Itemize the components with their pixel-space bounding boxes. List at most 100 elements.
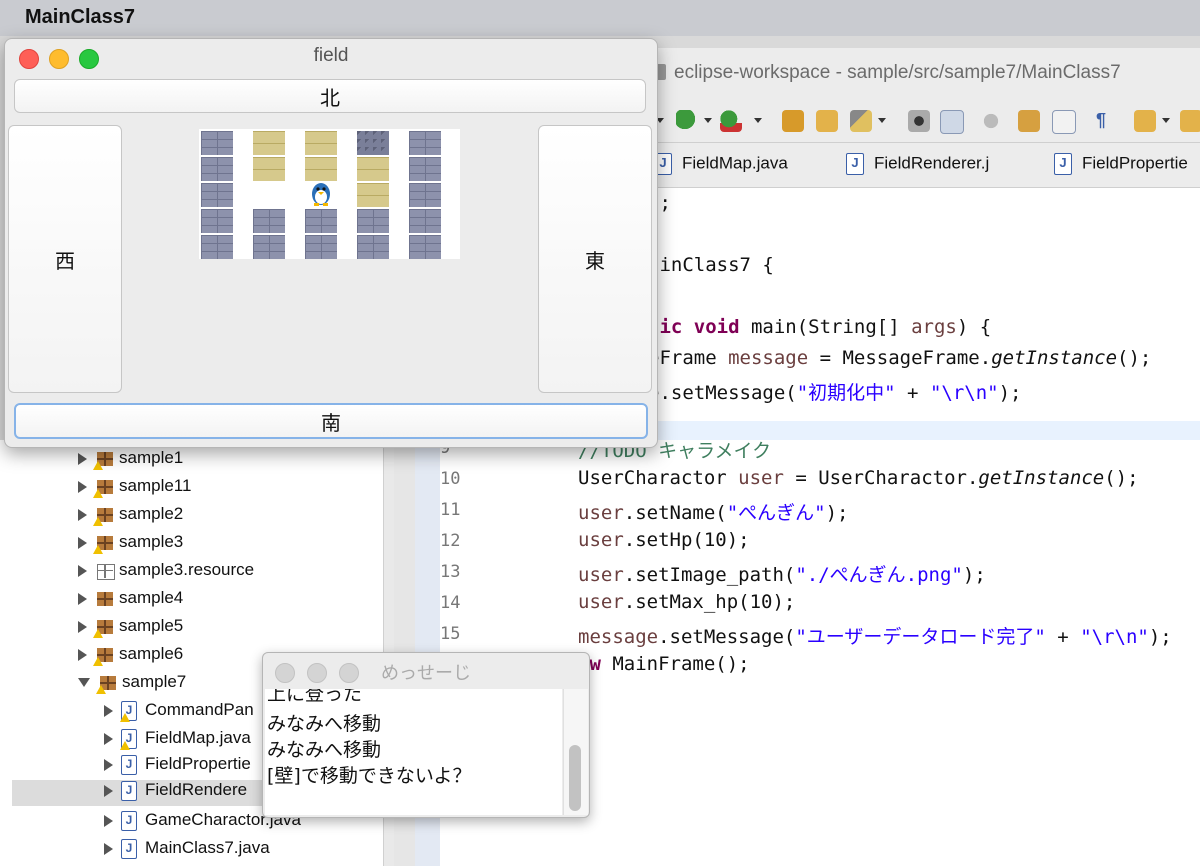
- chevron-right-icon[interactable]: [104, 732, 113, 745]
- code-line: user.setMax_hp(10);: [578, 591, 796, 613]
- chevron-right-icon[interactable]: [78, 536, 87, 549]
- app-name[interactable]: MainClass7: [25, 6, 135, 29]
- toggle-icon[interactable]: [980, 110, 1002, 132]
- java-file-icon: J: [121, 838, 137, 859]
- java-file-icon: J: [121, 754, 137, 775]
- run-config-icon[interactable]: [720, 110, 742, 132]
- chevron-right-icon[interactable]: [78, 564, 87, 577]
- open-folder-icon[interactable]: [816, 110, 838, 132]
- wall-tile: [409, 209, 441, 233]
- north-button[interactable]: 北: [14, 79, 646, 113]
- wall-tile: [305, 209, 337, 233]
- java-file-icon: J: [120, 728, 137, 750]
- package-icon: [96, 674, 118, 694]
- west-button[interactable]: 西: [8, 125, 122, 393]
- floor-tile: [253, 131, 285, 155]
- run-icon[interactable]: [676, 110, 698, 132]
- line-number: 11: [440, 500, 461, 520]
- package-icon: [93, 646, 115, 666]
- tree-item-sample11[interactable]: sample11: [78, 476, 191, 502]
- chevron-right-icon[interactable]: [104, 758, 113, 771]
- message-textarea[interactable]: 上に登った みなみへ移動 みなみへ移動 [壁]で移動できないよ？: [265, 689, 562, 815]
- pilcrow-icon[interactable]: ¶: [1090, 110, 1112, 132]
- stairs-tile: [357, 131, 389, 155]
- tab-fieldproperties[interactable]: J FieldPropertie: [1054, 153, 1188, 179]
- chevron-down-icon[interactable]: [754, 118, 762, 123]
- tree-item-commandpanel[interactable]: J CommandPan: [104, 700, 254, 726]
- tree-item-sample6[interactable]: sample6: [78, 644, 183, 670]
- message-line: みなみへ移動: [267, 713, 382, 735]
- window-title: field: [313, 45, 349, 66]
- tree-item-sample4[interactable]: sample4: [78, 588, 183, 614]
- chevron-down-icon[interactable]: [1162, 118, 1170, 123]
- annotation-icon[interactable]: [1018, 110, 1040, 132]
- floor-tile: [305, 157, 337, 181]
- field-window: field 北 西 東 南: [4, 38, 658, 448]
- east-button[interactable]: 東: [538, 125, 652, 393]
- tree-item-fieldmap[interactable]: J FieldMap.java: [104, 728, 251, 754]
- chevron-right-icon[interactable]: [78, 592, 87, 605]
- eclipse-title: eclipse-workspace - sample/src/sample7/M…: [674, 62, 1121, 83]
- tree-item-mainclass7[interactable]: J MainClass7.java: [104, 838, 270, 864]
- tree-item-sample1[interactable]: sample1: [78, 448, 183, 474]
- tree-item-sample5[interactable]: sample5: [78, 616, 183, 642]
- chevron-right-icon[interactable]: [78, 508, 87, 521]
- chevron-down-icon[interactable]: [704, 118, 712, 123]
- code-line: user.setHp(10);: [578, 529, 750, 551]
- message-scrollbar[interactable]: [563, 689, 588, 815]
- pen-icon[interactable]: [850, 110, 872, 132]
- wall-tile: [409, 235, 441, 259]
- chevron-right-icon[interactable]: [78, 648, 87, 661]
- tree-item-fieldproperties[interactable]: J FieldPropertie: [104, 754, 251, 780]
- java-file-icon: J: [121, 780, 137, 801]
- empty-package-icon: [95, 562, 115, 580]
- floor-tile: [305, 131, 337, 155]
- wall-tile: [409, 183, 441, 207]
- chevron-right-icon[interactable]: [104, 704, 113, 717]
- next-annotation-icon[interactable]: [1134, 110, 1156, 132]
- wall-tile: [201, 235, 233, 259]
- package-icon: [93, 618, 115, 638]
- code-line: user.setName("ぺんぎん");: [578, 502, 849, 524]
- tree-item-sample3[interactable]: sample3: [78, 532, 183, 558]
- line-number: 13: [440, 562, 461, 582]
- eclipse-toolbar: ¶: [640, 100, 1200, 143]
- chevron-down-icon[interactable]: [78, 678, 90, 688]
- tree-item-sample3-resource[interactable]: sample3.resource: [78, 560, 254, 586]
- package-icon: [93, 506, 115, 526]
- code-line: ainClass7 {: [648, 254, 774, 276]
- search-icon[interactable]: [908, 110, 930, 132]
- floor-tile: [357, 183, 389, 207]
- chevron-right-icon[interactable]: [104, 814, 113, 827]
- tree-item-sample7[interactable]: sample7: [78, 672, 186, 698]
- java-file-icon: J: [846, 153, 864, 175]
- scrollbar-thumb[interactable]: [569, 745, 581, 811]
- tab-fieldmap[interactable]: J FieldMap.java: [654, 153, 788, 179]
- java-file-icon: J: [120, 700, 137, 722]
- new-package-icon[interactable]: [782, 110, 804, 132]
- wall-tile: [409, 131, 441, 155]
- chevron-right-icon[interactable]: [104, 842, 113, 855]
- line-number: 12: [440, 531, 461, 551]
- floor-tile: [357, 157, 389, 181]
- chevron-down-icon[interactable]: [878, 118, 886, 123]
- code-line: tic void main(String[] args) {: [648, 316, 992, 338]
- wall-tile: [357, 235, 389, 259]
- wall-tile: [201, 209, 233, 233]
- line-number: 14: [440, 593, 461, 613]
- chevron-right-icon[interactable]: [78, 480, 87, 493]
- message-line: みなみへ移動: [267, 739, 382, 761]
- line-number: 10: [440, 469, 461, 489]
- tab-fieldrenderer[interactable]: J FieldRenderer.j: [846, 153, 989, 179]
- south-button[interactable]: 南: [14, 403, 648, 439]
- block-selection-icon[interactable]: [1052, 110, 1076, 134]
- tree-item-sample2[interactable]: sample2: [78, 504, 183, 530]
- chevron-right-icon[interactable]: [104, 784, 113, 797]
- highlight-icon[interactable]: [940, 110, 964, 134]
- java-file-icon: J: [1054, 153, 1072, 175]
- field-map: [199, 129, 460, 259]
- package-icon: [93, 450, 115, 470]
- chevron-right-icon[interactable]: [78, 620, 87, 633]
- prev-annotation-icon[interactable]: [1180, 110, 1200, 132]
- chevron-right-icon[interactable]: [78, 452, 87, 465]
